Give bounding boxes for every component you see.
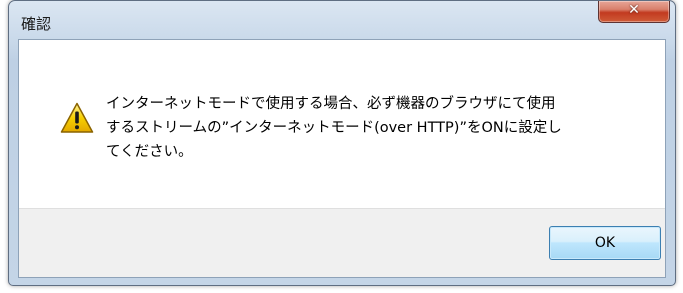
close-button[interactable]: ✕	[598, 1, 670, 23]
warning-icon	[60, 102, 94, 133]
message-line: するストリームの”インターネットモード(over HTTP)”をONに設定し	[106, 120, 562, 136]
button-bar: OK	[19, 208, 665, 277]
close-icon: ✕	[628, 2, 640, 18]
window-title: 確認	[21, 15, 52, 33]
ok-button[interactable]: OK	[549, 226, 661, 260]
dialog-body: インターネットモードで使用する場合、必ず機器のブラウザにて使用 するストリームの…	[18, 39, 666, 278]
message-text: インターネットモードで使用する場合、必ず機器のブラウザにて使用 するストリームの…	[106, 92, 626, 164]
message-line: てください。	[106, 144, 193, 160]
title-bar[interactable]: 確認 ✕	[9, 1, 675, 41]
message-area: インターネットモードで使用する場合、必ず機器のブラウザにて使用 するストリームの…	[19, 40, 665, 208]
confirm-dialog: 確認 ✕ インターネットモードで使用する場合、必ず機器のブラウザにて使用 するス…	[8, 0, 676, 286]
message-line: インターネットモードで使用する場合、必ず機器のブラウザにて使用	[106, 96, 556, 112]
